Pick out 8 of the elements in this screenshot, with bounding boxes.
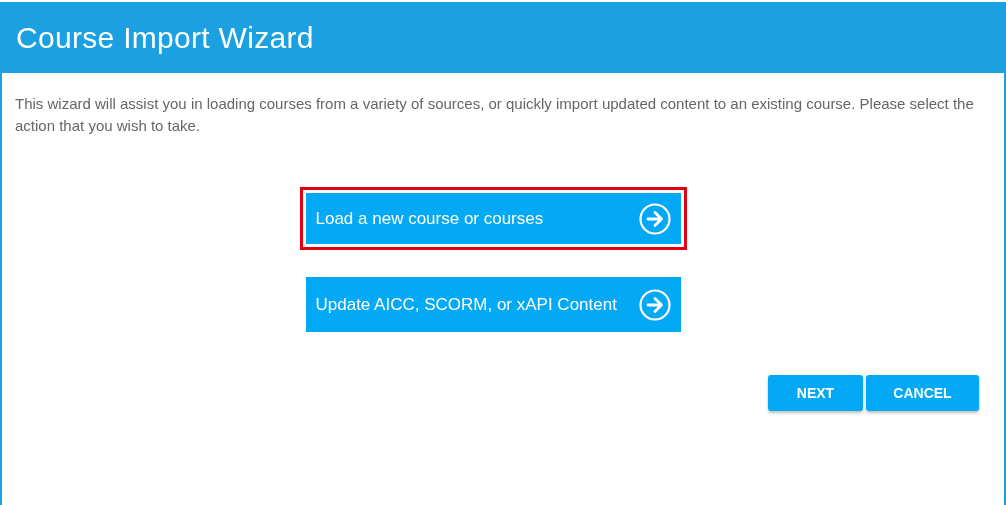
option-button[interactable]: Update AICC, SCORM, or xAPI Content <box>305 277 681 332</box>
window-title: Course Import Wizard <box>16 20 314 55</box>
cancel-button[interactable]: CANCEL <box>866 375 979 411</box>
intro-text: This wizard will assist you in loading courses from a variety of sources, or quickly import updated content to an existing course. Please select the action that you wish to take. <box>15 94 975 136</box>
option-button[interactable]: Load a new course or courses <box>305 193 681 244</box>
arrow-circle-icon <box>638 202 671 235</box>
arrow-circle-icon <box>638 288 671 321</box>
next-button[interactable]: NEXT <box>768 375 863 411</box>
